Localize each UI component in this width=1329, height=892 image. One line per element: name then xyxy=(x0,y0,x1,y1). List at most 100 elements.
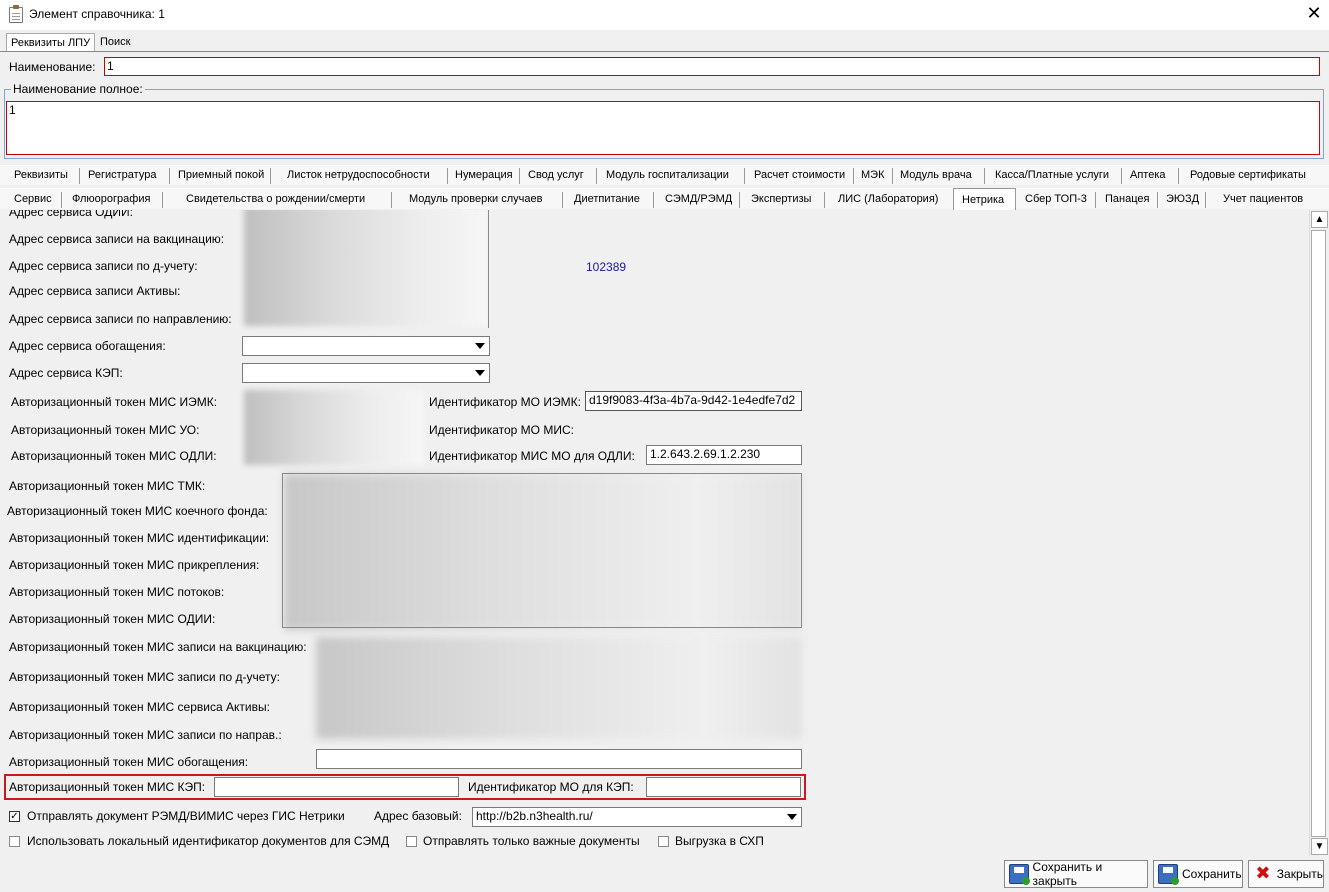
scrollbar-thumb[interactable] xyxy=(1311,230,1326,837)
name-input[interactable]: 1 xyxy=(104,57,1320,76)
token-active-label: Авторизационный токен МИС сервиса Активы… xyxy=(9,700,270,714)
tab-separator xyxy=(79,168,80,184)
tab-registratura[interactable]: Регистратура xyxy=(88,169,156,181)
token-flows-label: Авторизационный токен МИС потоков: xyxy=(9,585,225,599)
base-addr-combo[interactable]: http://b2b.n3health.ru/ xyxy=(472,807,802,827)
local-id-checkbox[interactable] xyxy=(9,836,20,847)
tab-modul-vracha[interactable]: Модуль врача xyxy=(900,169,972,181)
tab-netrika[interactable]: Нетрика xyxy=(953,188,1016,210)
redacted-addresses xyxy=(244,210,488,326)
tab-separator xyxy=(562,192,563,208)
tab-separator xyxy=(1157,192,1158,208)
token-attach-label: Авторизационный токен МИС прикрепления: xyxy=(9,558,260,572)
close-button[interactable]: ✖ Закрыть xyxy=(1248,860,1324,888)
d-addr-label: Адрес сервиса записи по д-учету: xyxy=(9,259,198,273)
tab-separator xyxy=(447,168,448,184)
send-remd-checkbox[interactable]: ✓ xyxy=(9,811,20,822)
export-shp-label: Выгрузка в СХП xyxy=(675,834,764,848)
tab-panatseya[interactable]: Панацея xyxy=(1105,193,1149,205)
token-iemk-label: Авторизационный токен МИС ИЭМК: xyxy=(11,395,218,409)
local-id-label: Использовать локальный идентификатор док… xyxy=(27,834,390,848)
tab-separator xyxy=(596,168,597,184)
napr-addr-label: Адрес сервиса записи по направлению: xyxy=(9,312,232,326)
send-remd-label: Отправлять документ РЭМД/ВИМИС через ГИС… xyxy=(27,809,345,823)
close-label: Закрыть xyxy=(1276,867,1323,881)
fullname-label: Наименование полное: xyxy=(11,82,145,96)
tab-kassa[interactable]: Касса/Платные услуги xyxy=(995,169,1109,181)
tab-uchet-patsientov[interactable]: Учет пациентов xyxy=(1223,193,1303,205)
id-kep-field[interactable] xyxy=(646,777,801,797)
fullname-input[interactable]: 1 xyxy=(6,101,1320,155)
tab-separator xyxy=(270,168,271,184)
tab-separator xyxy=(169,168,170,184)
tab-separator xyxy=(653,192,654,208)
redacted-tokens-3 xyxy=(316,637,802,739)
tab-separator xyxy=(61,192,62,208)
tab-mek[interactable]: МЭК xyxy=(861,169,884,181)
tab-eyuzd[interactable]: ЭЮЗД xyxy=(1166,193,1199,205)
field-border xyxy=(488,210,489,328)
token-uo-label: Авторизационный токен МИС УО: xyxy=(11,423,200,437)
tab-numeratsiya[interactable]: Нумерация xyxy=(455,169,513,181)
token-napr-label: Авторизационный токен МИС записи по напр… xyxy=(9,728,282,742)
scroll-down-icon[interactable]: ▼ xyxy=(1311,838,1328,855)
token-kep-field[interactable] xyxy=(214,777,459,797)
enrich-addr-combo[interactable] xyxy=(242,336,490,356)
id-iemk-field[interactable]: d19f9083-4f3a-4b7a-9d42-1e4edfe7d2 xyxy=(585,391,802,411)
tab-proverka-sluchaev[interactable]: Модуль проверки случаев xyxy=(409,193,542,205)
tab-priemny-pokoy[interactable]: Приемный покой xyxy=(178,169,264,181)
save-and-close-button[interactable]: Сохранить и закрыть xyxy=(1004,860,1148,888)
token-odli-label: Авторизационный токен МИС ОДЛИ: xyxy=(11,449,217,463)
tab-dietpitanie[interactable]: Диетпитание xyxy=(574,193,640,205)
tab-separator xyxy=(391,192,392,208)
tab-separator xyxy=(739,192,740,208)
tab-fluorografiya[interactable]: Флюорография xyxy=(72,193,150,205)
scroll-up-icon[interactable]: ▲ xyxy=(1311,211,1328,228)
odii-addr-label: Адрес сервиса ОДИИ: xyxy=(9,210,133,219)
vacc-addr-label: Адрес сервиса записи на вакцинацию: xyxy=(9,232,225,246)
tab-separator xyxy=(824,192,825,208)
kep-addr-combo[interactable] xyxy=(242,363,490,383)
tab-rekvizity[interactable]: Реквизиты xyxy=(14,169,68,181)
tab-gospitalizatsiya[interactable]: Модуль госпитализации xyxy=(606,169,729,181)
important-only-checkbox[interactable] xyxy=(406,836,417,847)
redacted-tokens-1 xyxy=(244,390,424,465)
id-kep-label: Идентификатор МО для КЭП: xyxy=(468,780,634,794)
token-enrich-field[interactable] xyxy=(316,749,802,769)
close-icon[interactable]: ✕ xyxy=(1300,2,1328,26)
tab-ekspertizy[interactable]: Экспертизы xyxy=(751,193,811,205)
tab-separator xyxy=(853,168,854,184)
base-addr-value: http://b2b.n3health.ru/ xyxy=(476,809,593,823)
tab-divider xyxy=(0,51,1329,52)
tab-svidetelstva[interactable]: Свидетельства о рождении/смерти xyxy=(186,193,365,205)
active-addr-label: Адрес сервиса записи Активы: xyxy=(9,284,181,298)
save-button[interactable]: Сохранить xyxy=(1153,860,1243,888)
tab-separator xyxy=(519,168,520,184)
id-odli-field[interactable]: 1.2.643.2.69.1.2.230 xyxy=(646,445,802,465)
token-enrich-label: Авторизационный токен МИС обогащения: xyxy=(9,755,249,769)
code-number: 102389 xyxy=(586,260,627,274)
tab-listok[interactable]: Листок нетрудоспособности xyxy=(287,169,430,181)
tab-servis[interactable]: Сервис xyxy=(14,193,52,205)
enrich-addr-label: Адрес сервиса обогащения: xyxy=(9,339,166,353)
tab-lis[interactable]: ЛИС (Лаборатория) xyxy=(838,193,938,205)
save-icon xyxy=(1009,864,1030,885)
tab-separator xyxy=(1121,168,1122,184)
tab-apteka[interactable]: Аптека xyxy=(1130,169,1166,181)
clipboard-icon xyxy=(9,5,23,23)
token-d-label: Авторизационный токен МИС записи по д-уч… xyxy=(9,670,280,684)
tab-raschet[interactable]: Расчет стоимости xyxy=(754,169,845,181)
export-shp-checkbox[interactable] xyxy=(658,836,669,847)
tab-separator xyxy=(1178,168,1179,184)
chevron-down-icon xyxy=(787,814,797,820)
tab-svod-uslug[interactable]: Свод услуг xyxy=(528,169,584,181)
tab-rekvizity-lpu[interactable]: Реквизиты ЛПУ xyxy=(6,33,96,52)
tab-sber[interactable]: Сбер ТОП-3 xyxy=(1025,193,1087,205)
tab-semd-remd[interactable]: СЭМД/РЭМД xyxy=(665,193,732,205)
tab-rodovye[interactable]: Родовые сертификаты xyxy=(1190,169,1306,181)
token-ident-label: Авторизационный токен МИС идентификации: xyxy=(9,531,270,545)
tab-search[interactable]: Поиск xyxy=(96,33,134,52)
token-fields-frame xyxy=(282,473,802,628)
title-bar: Элемент справочника: 1 ✕ xyxy=(0,0,1329,30)
netrika-panel: Адрес сервиса ОДИИ: Адрес сервиса записи… xyxy=(0,210,1309,856)
